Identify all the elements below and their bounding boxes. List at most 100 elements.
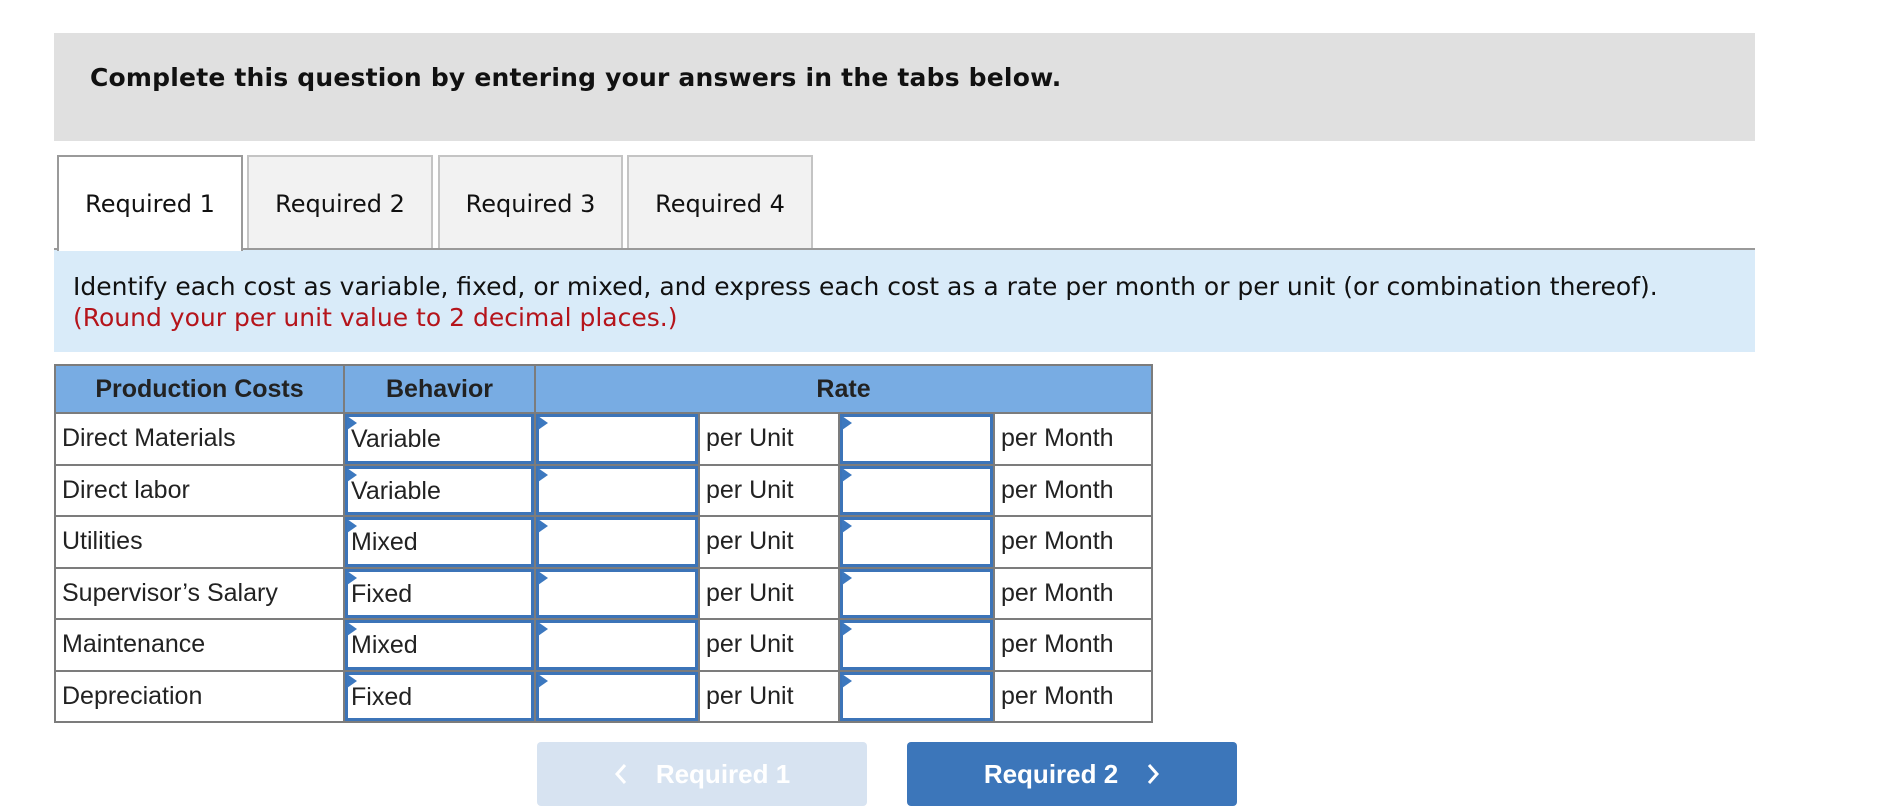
per-month-label: per Month [993,618,1153,672]
behavior-cell [343,515,536,569]
behavior-cell [343,412,536,466]
cost-name: Maintenance [54,618,345,672]
input-marker-icon [538,673,548,688]
cost-name: Direct labor [54,463,345,517]
behavior-input[interactable] [348,520,531,564]
per-month-input[interactable] [843,468,990,512]
tab-label: Required 2 [275,189,405,218]
per-month-input-box[interactable] [840,465,993,515]
behavior-input-box[interactable] [345,414,534,464]
input-marker-icon [347,416,357,430]
per-unit-input[interactable] [539,417,695,461]
per-unit-label: per Unit [698,566,840,620]
behavior-cell [343,618,536,672]
question-prompt: Identify each cost as variable, fixed, o… [54,250,1755,352]
behavior-input-box[interactable] [345,517,534,567]
input-marker-icon [842,673,852,688]
input-marker-icon [347,467,357,482]
per-month-cell [838,566,995,620]
chevron-left-icon [614,764,626,784]
per-month-input[interactable] [843,417,990,461]
input-marker-icon [538,467,548,482]
per-month-label: per Month [993,566,1153,620]
per-unit-cell [534,515,700,569]
production-costs-table: Production Costs Behavior Rate Direct Ma… [54,364,1153,723]
per-month-input[interactable] [843,571,990,615]
per-month-label: per Month [993,669,1153,723]
header-rate: Rate [534,364,1153,414]
per-month-input-box[interactable] [840,620,993,670]
per-unit-input-box[interactable] [536,517,698,567]
per-unit-cell [534,669,700,723]
input-marker-icon [842,416,852,430]
tab-required-4[interactable]: Required 4 [627,155,813,250]
per-unit-cell [534,618,700,672]
tab-label: Required 1 [85,190,215,218]
tab-label: Required 3 [465,189,596,218]
table-row: Direct Materials per Unit per Month [54,412,1153,466]
per-month-cell [838,669,995,723]
per-month-input-box[interactable] [840,568,993,618]
behavior-input[interactable] [348,468,531,512]
behavior-input[interactable] [348,417,531,461]
tab-required-1[interactable]: Required 1 [57,155,243,251]
per-unit-input[interactable] [539,571,695,615]
tab-required-2[interactable]: Required 2 [247,155,433,250]
behavior-input[interactable] [348,623,531,667]
prompt-instruction: Identify each cost as variable, fixed, o… [73,272,1658,301]
rounding-note: (Round your per unit value to 2 decimal … [73,303,678,332]
per-unit-input-box[interactable] [536,414,698,464]
prev-button-label: Required 1 [655,758,791,789]
per-unit-input-box[interactable] [536,671,698,721]
chevron-right-icon [1148,764,1160,784]
table-row: Supervisor’s Salary per Unit per Month [54,566,1153,620]
behavior-input[interactable] [348,571,531,615]
next-required-button[interactable]: Required 2 [907,742,1237,806]
per-month-input-box[interactable] [840,671,993,721]
behavior-input-box[interactable] [345,465,534,515]
per-unit-cell [534,463,700,517]
input-marker-icon [347,622,357,636]
next-button-label: Required 2 [983,758,1119,789]
cost-name: Utilities [54,515,345,569]
behavior-cell [343,463,536,517]
per-month-input[interactable] [843,623,990,667]
cost-name: Supervisor’s Salary [54,566,345,620]
per-month-input-box[interactable] [840,517,993,567]
behavior-input-box[interactable] [345,671,534,721]
cost-name: Depreciation [54,669,345,723]
per-unit-label: per Unit [698,669,840,723]
instructions-box: Complete this question by entering your … [54,33,1755,141]
per-unit-input[interactable] [539,623,695,667]
behavior-cell [343,566,536,620]
input-marker-icon [538,622,548,636]
per-month-input[interactable] [843,520,990,564]
tab-label: Required 4 [655,189,785,218]
per-month-cell [838,412,995,466]
per-unit-input-box[interactable] [536,568,698,618]
behavior-input-box[interactable] [345,568,534,618]
per-month-cell [838,463,995,517]
prev-required-button[interactable]: Required 1 [537,742,867,806]
per-unit-cell [534,412,700,466]
header-behavior: Behavior [343,364,536,414]
behavior-input[interactable] [348,674,531,718]
tab-required-3[interactable]: Required 3 [438,155,623,250]
table-header-row: Production Costs Behavior Rate [54,364,1153,414]
per-unit-input[interactable] [539,674,695,718]
behavior-input-box[interactable] [345,620,534,670]
per-unit-input[interactable] [539,520,695,564]
per-month-input-box[interactable] [840,414,993,464]
table-row: Maintenance per Unit per Month [54,618,1153,672]
per-unit-label: per Unit [698,463,840,517]
input-marker-icon [842,570,852,585]
input-marker-icon [842,622,852,636]
per-month-input[interactable] [843,674,990,718]
input-marker-icon [538,416,548,430]
per-unit-input-box[interactable] [536,620,698,670]
input-marker-icon [842,519,852,533]
prompt-text: Identify each cost as variable, fixed, o… [73,271,1693,333]
per-unit-input-box[interactable] [536,465,698,515]
instructions-text: Complete this question by entering your … [90,63,1062,92]
per-unit-input[interactable] [539,468,695,512]
